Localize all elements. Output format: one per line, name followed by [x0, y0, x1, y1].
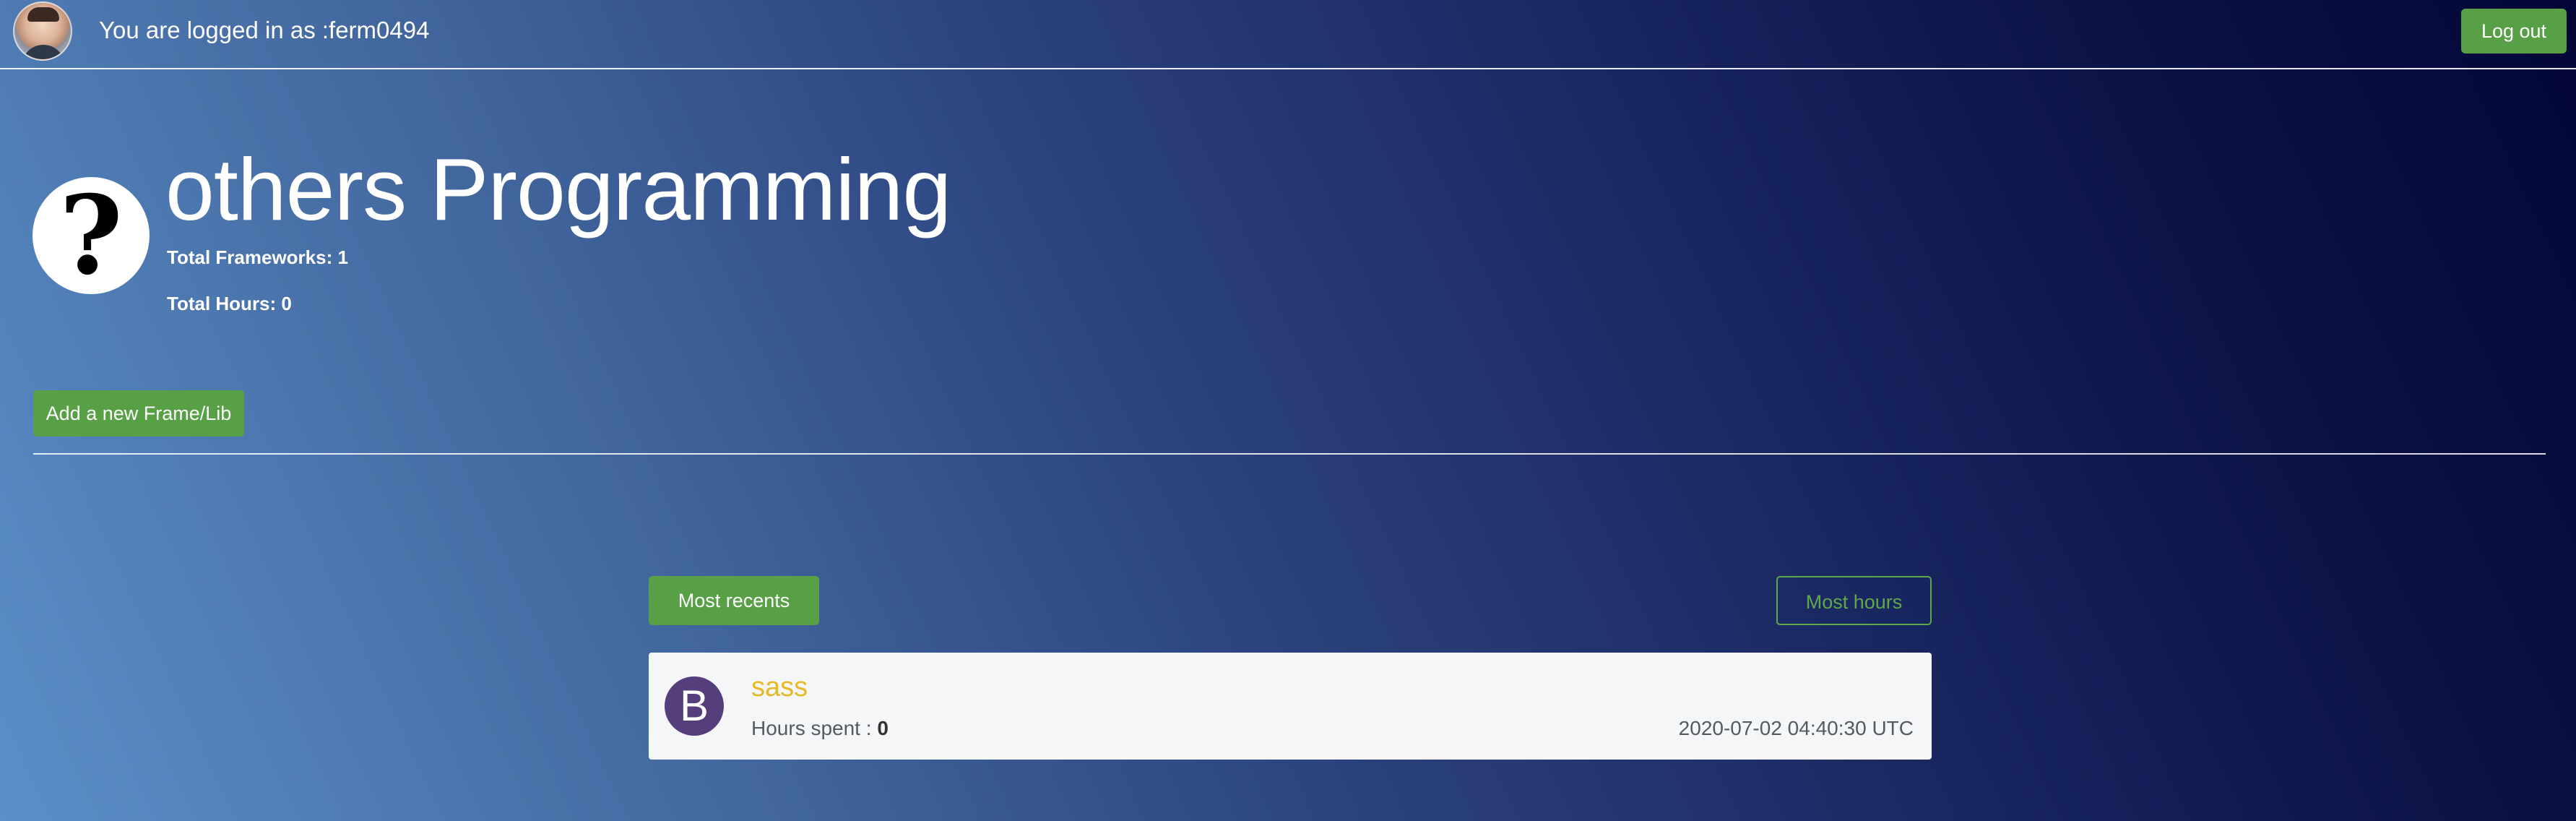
total-hours: Total Hours: 0	[167, 292, 292, 315]
framework-date: 2020-07-02 04:40:30 UTC	[1678, 717, 1914, 739]
sort-most-recents-button[interactable]: Most recents	[649, 576, 819, 625]
add-framework-button[interactable]: Add a new Frame/Lib	[33, 390, 244, 437]
total-hours-label: Total Hours:	[167, 293, 277, 314]
login-prefix: You are logged in as :	[99, 17, 329, 43]
framework-hours: Hours spent : 0	[751, 716, 889, 741]
sort-most-hours-button[interactable]: Most hours	[1776, 576, 1932, 625]
top-navbar: You are logged in as :ferm0494 Log out	[0, 0, 2576, 69]
username: ferm0494	[329, 17, 430, 43]
total-frameworks: Total Frameworks: 1	[167, 246, 348, 269]
total-hours-value: 0	[281, 293, 292, 314]
framework-hours-value: 0	[877, 717, 889, 739]
total-frameworks-label: Total Frameworks:	[167, 246, 333, 268]
logout-button[interactable]: Log out	[2461, 9, 2567, 53]
framework-name[interactable]: sass	[751, 671, 808, 703]
page-title: others Programming	[165, 140, 951, 238]
bootstrap-logo-icon: B	[665, 676, 724, 736]
framework-hours-label: Hours spent :	[751, 717, 872, 739]
language-icon: ?	[33, 177, 150, 294]
user-avatar[interactable]	[13, 1, 72, 61]
login-status: You are logged in as :ferm0494	[99, 16, 429, 45]
avatar-shirt	[22, 45, 65, 59]
avatar-hair	[27, 7, 59, 22]
framework-card[interactable]: B sass Hours spent : 0 2020-07-02 04:40:…	[649, 653, 1932, 760]
total-frameworks-value: 1	[337, 246, 348, 268]
section-divider	[33, 453, 2546, 455]
